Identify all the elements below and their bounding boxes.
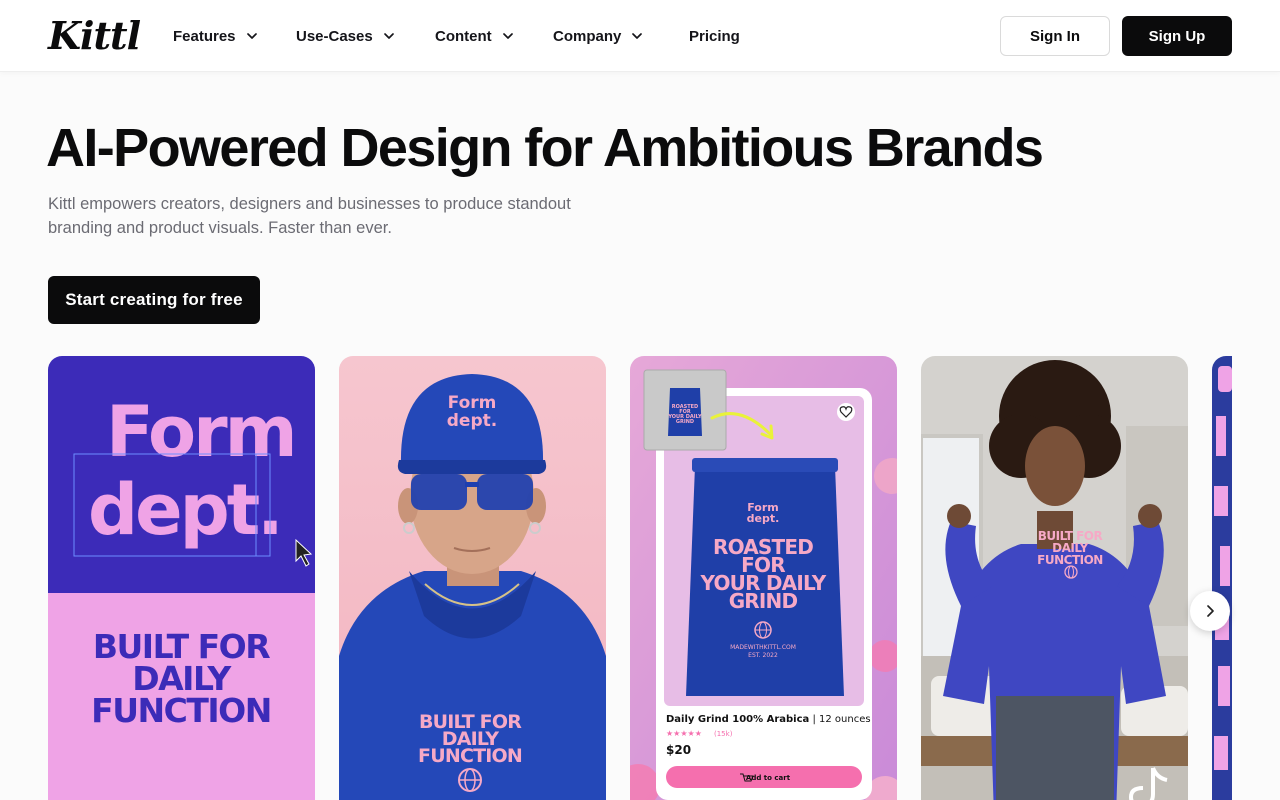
coffee-product-image: Form dept. ROASTED FOR YOUR DAILY GRIND … (630, 356, 897, 800)
nav-features[interactable]: Features (173, 24, 259, 48)
bag-line-4: GRIND (729, 589, 798, 613)
product-size: | 12 ounces (812, 714, 870, 725)
chevron-down-icon (246, 33, 257, 39)
bag-logo-line-2: dept. (747, 512, 780, 525)
rating-stars: ★★★★★ (666, 729, 702, 738)
shirt-line-3: FUNCTION (1037, 553, 1103, 567)
chevron-right-icon (1207, 605, 1214, 617)
nav-pricing[interactable]: Pricing (689, 24, 740, 48)
thumb-line-4: GRIND (676, 419, 694, 425)
svg-text:★★★★★: ★★★★★ (666, 729, 702, 738)
hoodie-line-3: FUNCTION (418, 745, 522, 767)
sweatshirt-model-card[interactable]: BUILT FOR DAILY FUNCTION (921, 356, 1188, 800)
coffee-product-card[interactable]: Form dept. ROASTED FOR YOUR DAILY GRIND … (630, 356, 897, 800)
hoodie-model-card[interactable]: Form dept. BUILT FOR DAILY FUNCTION (339, 356, 606, 800)
chevron-down-icon (632, 33, 643, 39)
svg-text:Daily Grind 100% Arabica | 12: Daily Grind 100% Arabica | 12 ounces (666, 714, 871, 725)
product-price: $20 (666, 743, 691, 757)
nav-features-label: Features (173, 27, 236, 45)
sign-up-button[interactable]: Sign Up (1122, 16, 1232, 56)
nav-use-cases-label: Use-Cases (296, 27, 373, 45)
chevron-down-icon (383, 33, 394, 39)
product-title: Daily Grind 100% Arabica (666, 714, 809, 725)
site-header: Kittl Features Use-Cases Content Company… (0, 0, 1280, 72)
nav-company-label: Company (553, 27, 622, 45)
tagline-line-3: FUNCTION (91, 691, 271, 730)
partial-card-image (1212, 356, 1232, 800)
logo-line-1: Form (106, 391, 295, 473)
nav-company[interactable]: Company (553, 24, 644, 48)
kittl-logo[interactable]: Kittl (48, 14, 141, 58)
sign-in-button[interactable]: Sign In (1000, 16, 1110, 56)
bag-footer: MADEWITHKITTL.COM (730, 644, 796, 651)
nav-pricing-label: Pricing (689, 27, 740, 45)
hoodie-model-image: Form dept. BUILT FOR DAILY FUNCTION (339, 356, 606, 800)
hero-title: AI-Powered Design for Ambitious Brands (46, 118, 1044, 178)
carousel-next-button[interactable] (1190, 591, 1230, 631)
sweatshirt-model-image: BUILT FOR DAILY FUNCTION (921, 356, 1188, 800)
showcase-carousel: Form dept. BUILT FOR DAILY FUNCTION Form… (48, 356, 1232, 800)
rating-count: (15k) (714, 730, 733, 738)
form-dept-brand-image: Form dept. BUILT FOR DAILY FUNCTION (48, 356, 315, 800)
nav-content[interactable]: Content (435, 24, 515, 48)
cap-logo-line-2: dept. (447, 411, 497, 431)
start-creating-button[interactable]: Start creating for free (48, 276, 260, 324)
nav-content-label: Content (435, 27, 492, 45)
form-dept-brand-card[interactable]: Form dept. BUILT FOR DAILY FUNCTION (48, 356, 315, 800)
partial-card[interactable] (1212, 356, 1232, 800)
chevron-down-icon (502, 33, 513, 39)
bag-est: EST. 2022 (748, 652, 778, 659)
hero-subtitle: Kittl empowers creators, designers and b… (48, 195, 571, 237)
nav-use-cases[interactable]: Use-Cases (296, 24, 396, 48)
logo-line-2: dept. (88, 469, 281, 551)
cap-logo-line-1: Form (448, 393, 497, 413)
